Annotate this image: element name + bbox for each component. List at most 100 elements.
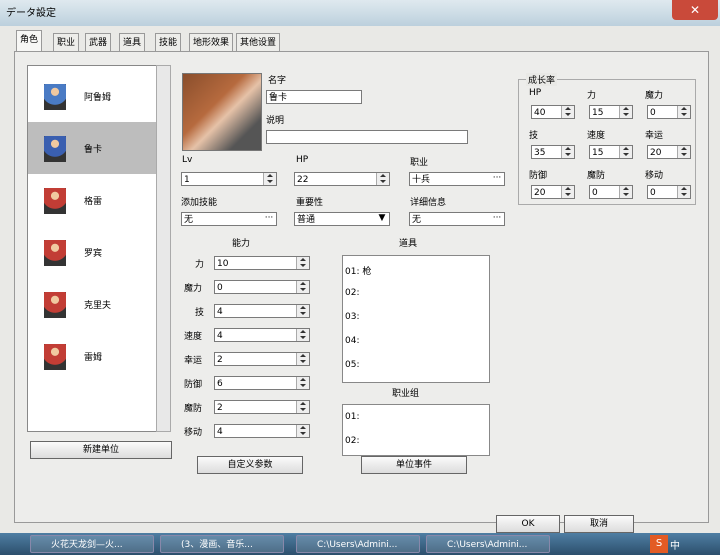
taskbar-item[interactable]: 火花天龙剑—火... — [30, 535, 154, 553]
growth-field[interactable]: 35 — [531, 145, 575, 159]
list-item[interactable]: 罗宾 — [28, 226, 156, 278]
ok-button[interactable]: OK — [496, 515, 560, 533]
tab-5[interactable]: 地形效果 — [189, 33, 234, 52]
ability-field[interactable]: 2 — [214, 400, 310, 414]
growth-rate-title: 成长率 — [526, 73, 558, 86]
list-item[interactable]: 阿鲁姆 — [28, 70, 156, 122]
growth-field[interactable]: 20 — [531, 185, 575, 199]
job-browse-button[interactable]: ··· — [491, 174, 503, 184]
item-slot[interactable]: 01: 枪 — [345, 264, 371, 277]
ability-field[interactable]: 4 — [214, 424, 310, 438]
tab-3[interactable]: 道具 — [119, 33, 146, 52]
spinner[interactable] — [296, 305, 309, 317]
spinner[interactable] — [296, 425, 309, 437]
list-item[interactable]: 格雷 — [28, 174, 156, 226]
item-slot[interactable]: 02: — [345, 288, 359, 298]
hp-label: HP — [296, 155, 309, 165]
growth-field[interactable]: 0 — [647, 105, 691, 119]
add-skill-browse-button[interactable]: ··· — [263, 214, 275, 224]
tab-2[interactable]: 武器 — [85, 33, 112, 52]
new-unit-button[interactable]: 新建单位 — [30, 441, 172, 459]
spinner[interactable] — [561, 146, 574, 158]
spinner[interactable] — [561, 106, 574, 118]
detail-field[interactable]: 无 ··· — [409, 212, 505, 226]
growth-value: 0 — [592, 188, 598, 198]
list-item[interactable]: 鲁卡 — [28, 122, 156, 174]
name-field[interactable]: 鲁卡 — [266, 90, 362, 104]
growth-field[interactable]: 40 — [531, 105, 575, 119]
growth-field[interactable]: 0 — [589, 185, 633, 199]
tray-ime[interactable]: 中 — [670, 537, 680, 552]
ability-label: 防御 — [184, 380, 203, 390]
lv-field[interactable]: 1 — [181, 172, 277, 186]
ability-field[interactable]: 0 — [214, 280, 310, 294]
spinner[interactable] — [296, 281, 309, 293]
growth-field[interactable]: 20 — [647, 145, 691, 159]
character-name: 罗宾 — [84, 249, 103, 259]
close-button[interactable]: ✕ — [672, 0, 718, 20]
taskbar-item[interactable]: C:\Users\Admini... — [296, 535, 420, 553]
lv-spinner[interactable] — [263, 173, 276, 185]
importance-select[interactable]: 普通 ▼ — [294, 212, 390, 226]
spinner[interactable] — [296, 401, 309, 413]
spinner[interactable] — [296, 329, 309, 341]
job-field[interactable]: 十兵 ··· — [409, 172, 505, 186]
growth-field[interactable]: 15 — [589, 105, 633, 119]
ability-field[interactable]: 4 — [214, 304, 310, 318]
ability-field[interactable]: 6 — [214, 376, 310, 390]
job-group-slot[interactable]: 02: — [345, 436, 359, 446]
hp-field[interactable]: 22 — [294, 172, 390, 186]
ability-field[interactable]: 10 — [214, 256, 310, 270]
unit-sprite-icon — [44, 188, 66, 214]
item-slot[interactable]: 04: — [345, 336, 359, 346]
hp-spinner[interactable] — [376, 173, 389, 185]
unit-sprite-icon — [44, 240, 66, 266]
unit-sprite-icon — [44, 84, 66, 110]
description-field[interactable] — [266, 130, 468, 144]
growth-label: HP — [529, 88, 542, 98]
spinner[interactable] — [561, 186, 574, 198]
character-list-scrollbar[interactable] — [156, 65, 171, 432]
tab-6[interactable]: 其他设置 — [236, 33, 281, 52]
add-skill-label: 添加技能 — [181, 198, 218, 208]
unit-event-button[interactable]: 单位事件 — [361, 456, 467, 474]
input-method-icon[interactable]: S — [650, 535, 668, 553]
growth-field[interactable]: 0 — [647, 185, 691, 199]
unit-sprite-icon — [44, 344, 66, 370]
spinner[interactable] — [619, 106, 632, 118]
detail-browse-button[interactable]: ··· — [491, 214, 503, 224]
character-list[interactable]: 阿鲁姆 鲁卡格雷罗宾克里夫 雷姆 — [27, 65, 157, 432]
ability-title: 能力 — [232, 239, 251, 249]
taskbar-item[interactable]: (3、漫画、音乐... — [160, 535, 284, 553]
spinner[interactable] — [296, 353, 309, 365]
ability-field[interactable]: 2 — [214, 352, 310, 366]
item-slot[interactable]: 05: — [345, 360, 359, 370]
spinner[interactable] — [296, 377, 309, 389]
character-name: 格雷 — [84, 197, 103, 207]
growth-field[interactable]: 15 — [589, 145, 633, 159]
taskbar-item[interactable]: C:\Users\Admini... — [426, 535, 550, 553]
tab-4[interactable]: 技能 — [155, 33, 182, 52]
spinner[interactable] — [677, 186, 690, 198]
job-group-slot[interactable]: 01: — [345, 412, 359, 422]
tab-0[interactable]: 角色 — [16, 30, 43, 52]
chevron-down-icon[interactable]: ▼ — [376, 214, 388, 224]
spinner[interactable] — [619, 146, 632, 158]
growth-label: 防御 — [529, 171, 548, 181]
custom-params-button[interactable]: 自定义参数 — [197, 456, 303, 474]
add-skill-value: 无 — [184, 215, 194, 225]
list-item[interactable]: 雷姆 — [28, 330, 156, 382]
ability-field[interactable]: 4 — [214, 328, 310, 342]
items-list[interactable]: 01: 枪 02: 03: 04: 05: — [342, 255, 490, 383]
spinner[interactable] — [619, 186, 632, 198]
spinner[interactable] — [677, 106, 690, 118]
cancel-button[interactable]: 取消 — [564, 515, 634, 533]
add-skill-field[interactable]: 无 ··· — [181, 212, 277, 226]
list-item[interactable]: 克里夫 — [28, 278, 156, 330]
item-slot[interactable]: 03: — [345, 312, 359, 322]
spinner[interactable] — [677, 146, 690, 158]
job-group-list[interactable]: 01: 02: — [342, 404, 490, 456]
tab-1[interactable]: 职业 — [53, 33, 80, 52]
spinner[interactable] — [296, 257, 309, 269]
window-title: データ設定 — [6, 8, 56, 19]
